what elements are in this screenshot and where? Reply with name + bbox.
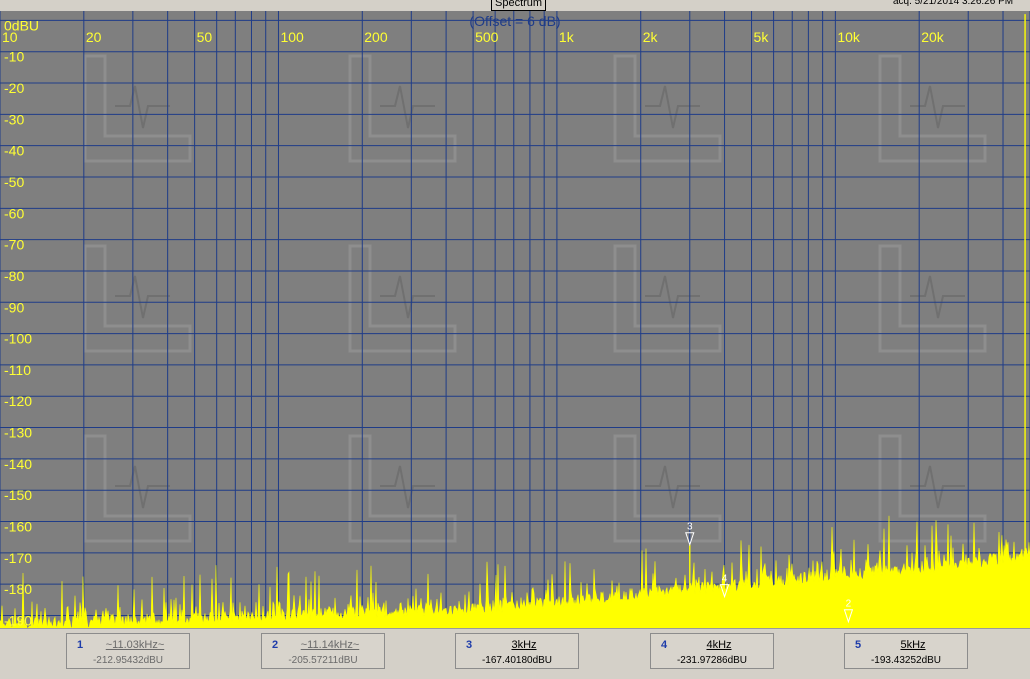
marker-frequency[interactable]: 3kHz: [456, 639, 578, 651]
marker-label: 2: [846, 599, 852, 610]
y-tick-label: -120: [4, 393, 32, 409]
x-tick-label: 5k: [754, 29, 770, 45]
offset-label: (Offset = 6 dB): [469, 13, 561, 29]
y-tick-label: -110: [4, 362, 31, 378]
marker-readout-5[interactable]: 5 5kHz -193.43252dBU: [844, 633, 968, 669]
y-tick-label: -80: [4, 268, 24, 284]
y-tick-label: -160: [4, 519, 32, 535]
x-tick-label: 200: [364, 29, 388, 45]
spectrum-tab[interactable]: Spectrum: [491, 0, 547, 11]
marker-label: 4: [722, 574, 728, 585]
spectrum-chart[interactable]: 3421020501002005001k2k5k10k20k500dBU-10-…: [0, 11, 1030, 628]
marker-level: -231.97286dBU: [676, 655, 748, 666]
acquisition-timestamp: acq. 5/21/2014 3:26:26 PM: [893, 0, 1014, 7]
marker-readout-bar: 1 ~11.03kHz~ -212.95432dBU 2 ~11.14kHz~ -205.…: [0, 628, 1030, 679]
x-tick-label: 500: [475, 29, 499, 45]
y-tick-label: -180: [4, 581, 32, 597]
x-tick-label: 100: [280, 29, 304, 45]
y-tick-label: -50: [4, 174, 24, 190]
marker-level: -205.57211dBU: [288, 655, 358, 666]
marker-frequency[interactable]: ~11.03kHz~: [67, 639, 189, 651]
x-tick-label: 1k: [559, 29, 575, 45]
y-tick-label: -20: [4, 80, 24, 96]
plot-background: [0, 11, 1030, 628]
marker-label: 3: [687, 522, 693, 533]
x-tick-label: 20k: [921, 29, 945, 45]
y-tick-label: -190: [4, 612, 32, 628]
y-tick-label: -90: [4, 299, 24, 315]
y-tick-label: -150: [4, 487, 32, 503]
y-tick-label: -170: [4, 550, 32, 566]
x-tick-label: 2k: [643, 29, 659, 45]
title-strip: Spectrum acq. 5/21/2014 3:26:26 PM: [0, 0, 1030, 11]
spectrum-plot-area[interactable]: 3421020501002005001k2k5k10k20k500dBU-10-…: [0, 11, 1030, 628]
y-tick-label: -10: [4, 49, 24, 65]
marker-level: -167.40180dBU: [481, 655, 553, 666]
marker-level: -193.43252dBU: [870, 655, 942, 666]
y-tick-label: -30: [4, 111, 24, 127]
marker-frequency[interactable]: 5kHz: [845, 639, 967, 651]
y-tick-label: -40: [4, 143, 24, 159]
marker-readout-3[interactable]: 3 3kHz -167.40180dBU: [455, 633, 579, 669]
x-tick-label: 20: [86, 29, 102, 45]
y-tick-label: -60: [4, 205, 24, 221]
marker-frequency[interactable]: ~11.14kHz~: [262, 639, 384, 651]
y-tick-label: -140: [4, 456, 32, 472]
y-tick-label: -100: [4, 331, 32, 347]
marker-frequency[interactable]: 4kHz: [651, 639, 773, 651]
y-tick-label: -130: [4, 425, 32, 441]
marker-level: -212.95432dBU: [92, 655, 164, 666]
x-tick-label: 50: [197, 29, 213, 45]
x-tick-label: 10k: [837, 29, 861, 45]
y-tick-label: -70: [4, 237, 24, 253]
marker-readout-4[interactable]: 4 4kHz -231.97286dBU: [650, 633, 774, 669]
marker-readout-2[interactable]: 2 ~11.14kHz~ -205.57211dBU: [261, 633, 385, 669]
marker-readout-1[interactable]: 1 ~11.03kHz~ -212.95432dBU: [66, 633, 190, 669]
